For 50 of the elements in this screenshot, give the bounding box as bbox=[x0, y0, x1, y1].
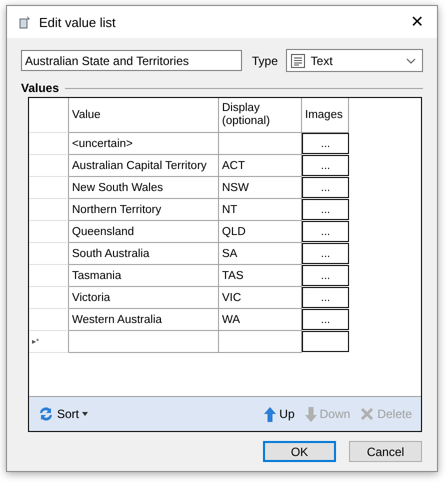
table-cell: Northern Territory bbox=[69, 199, 219, 221]
image-browse-button[interactable]: ... bbox=[302, 309, 349, 330]
row-header[interactable] bbox=[29, 155, 69, 177]
type-dropdown[interactable]: Text bbox=[286, 49, 423, 72]
image-browse-button[interactable]: ... bbox=[302, 133, 349, 154]
caret-icon bbox=[82, 412, 88, 416]
row-header[interactable] bbox=[29, 133, 69, 155]
image-browse-button[interactable]: ... bbox=[302, 199, 349, 220]
close-button[interactable]: ✕ bbox=[397, 6, 437, 38]
image-browse-button[interactable] bbox=[302, 331, 349, 352]
row-header[interactable] bbox=[29, 309, 69, 331]
chevron-down-icon bbox=[406, 58, 416, 64]
table-cell: Queensland bbox=[69, 221, 219, 243]
sort-button[interactable]: Sort bbox=[35, 404, 92, 424]
row-header[interactable] bbox=[29, 287, 69, 309]
row-header[interactable] bbox=[29, 265, 69, 287]
row-header[interactable] bbox=[29, 199, 69, 221]
row-header[interactable]: ▸* bbox=[29, 331, 69, 353]
header-corner bbox=[29, 98, 69, 133]
column-header[interactable]: Value bbox=[69, 98, 219, 133]
row-header[interactable] bbox=[29, 177, 69, 199]
table-cell: Tasmania bbox=[69, 265, 219, 287]
dialog-button[interactable]: Cancel bbox=[349, 441, 422, 462]
text-document-icon bbox=[290, 54, 305, 68]
table-cell: Australian Capital Territory bbox=[69, 155, 219, 177]
row-header[interactable] bbox=[29, 221, 69, 243]
image-browse-button[interactable]: ... bbox=[302, 287, 349, 308]
window-title: Edit value list bbox=[39, 14, 117, 30]
image-browse-button[interactable]: ... bbox=[302, 155, 349, 176]
table-cell: Western Australia bbox=[69, 309, 219, 331]
type-label: Type bbox=[252, 54, 279, 68]
table-cell: Victoria bbox=[69, 287, 219, 309]
image-browse-button[interactable]: ... bbox=[302, 243, 349, 264]
row-header[interactable] bbox=[29, 243, 69, 265]
dialog-button[interactable]: OK bbox=[263, 441, 336, 462]
up-button[interactable]: Up bbox=[261, 404, 298, 424]
refresh-icon bbox=[38, 406, 54, 422]
values-label: Values bbox=[21, 81, 60, 95]
image-browse-button[interactable]: ... bbox=[302, 265, 349, 286]
table-cell: South Australia bbox=[69, 243, 219, 265]
column-header[interactable]: Display (optional) bbox=[219, 98, 302, 133]
image-browse-button[interactable]: ... bbox=[302, 177, 349, 198]
down-arrow-icon bbox=[304, 406, 317, 422]
name-field[interactable]: Australian State and Territories bbox=[21, 50, 242, 71]
delete-icon bbox=[360, 407, 374, 421]
image-browse-button[interactable]: ... bbox=[302, 221, 349, 242]
table-cell: <uncertain> bbox=[69, 133, 219, 155]
up-arrow-icon bbox=[264, 406, 276, 422]
table-cell: New South Wales bbox=[69, 177, 219, 199]
app-icon bbox=[17, 14, 33, 30]
